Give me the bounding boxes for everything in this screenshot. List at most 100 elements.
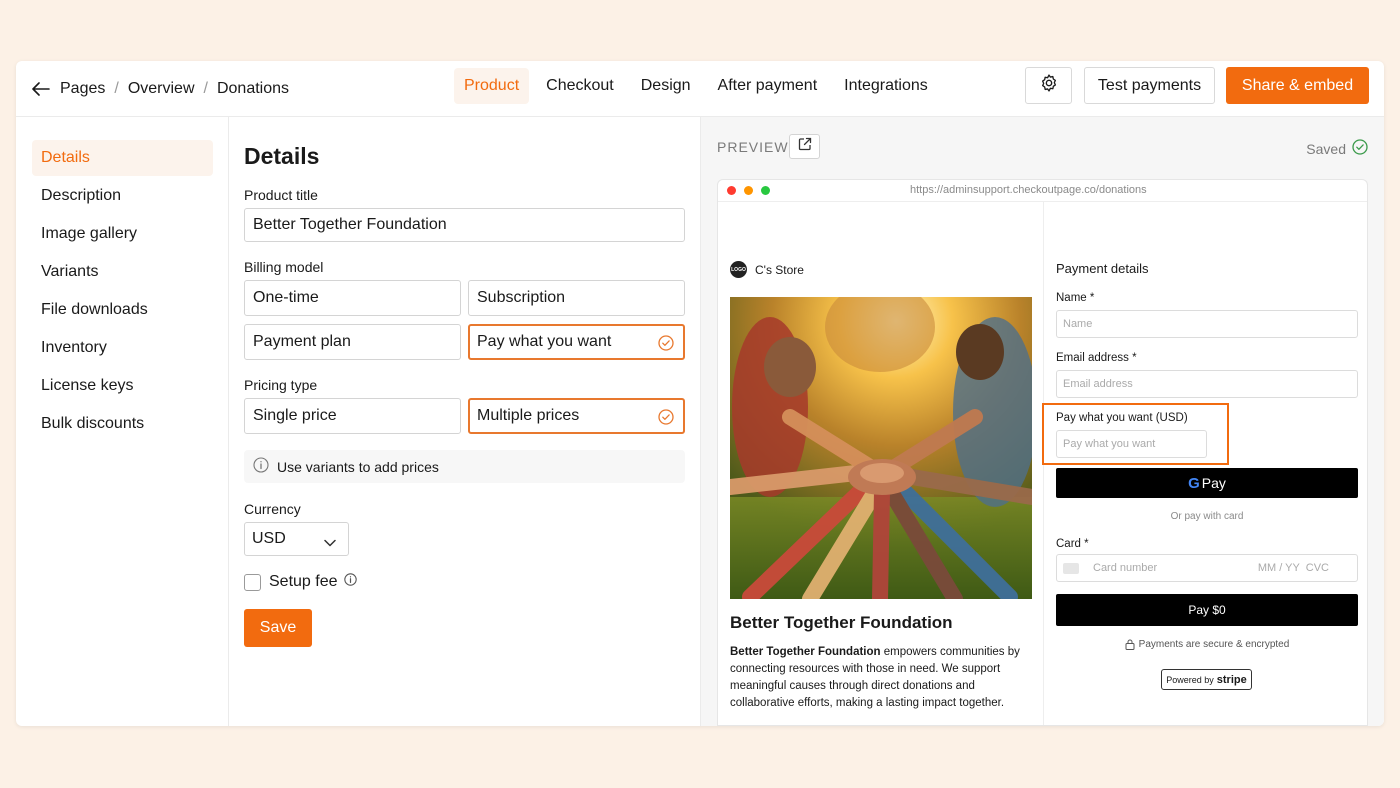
description-bold: Better Together Foundation (730, 646, 881, 658)
powered-by-stripe-badge: Powered by stripe (1161, 669, 1252, 690)
open-preview-button[interactable] (789, 134, 820, 159)
setup-fee-label: Setup fee (269, 573, 338, 590)
sidebar-item-image-gallery[interactable]: Image gallery (32, 216, 213, 252)
info-text: Use variants to add prices (277, 458, 439, 475)
setup-fee-checkbox[interactable] (244, 574, 261, 591)
product-title-input[interactable]: Better Together Foundation (244, 208, 685, 242)
breadcrumb-pages[interactable]: Pages (60, 80, 105, 98)
chevron-down-icon (324, 534, 336, 552)
app-window: Pages / Overview / Donations Product Che… (16, 61, 1384, 726)
share-embed-button[interactable]: Share & embed (1226, 67, 1369, 104)
tab-integrations[interactable]: Integrations (834, 68, 938, 104)
product-description: Better Together Foundation empowers comm… (730, 644, 1036, 712)
breadcrumb-overview[interactable]: Overview (128, 80, 195, 98)
saved-status: Saved (1306, 139, 1368, 158)
billing-option-pay-what-you-want[interactable]: Pay what you want (468, 324, 685, 360)
close-dot-icon (727, 186, 736, 195)
product-title: Better Together Foundation (730, 613, 953, 632)
currency-value: USD (252, 530, 286, 547)
product-image (730, 297, 1032, 599)
currency-select[interactable]: USD (244, 522, 349, 556)
name-input[interactable]: Name (1056, 310, 1358, 338)
pricing-option-multiple[interactable]: Multiple prices (468, 398, 685, 434)
billing-option-one-time[interactable]: One-time (244, 280, 461, 316)
pwyw-label: Pay what you want (USD) (1056, 412, 1188, 424)
gear-icon (1039, 73, 1059, 98)
credit-card-icon (1063, 563, 1079, 574)
product-column: LOGO C's Store Better Together Foundatio… (718, 202, 1043, 725)
breadcrumb-separator: / (114, 80, 119, 97)
browser-mockup: https://adminsupport.checkoutpage.co/don… (717, 179, 1368, 726)
pricing-option-single[interactable]: Single price (244, 398, 461, 434)
browser-url: https://adminsupport.checkoutpage.co/don… (910, 184, 1147, 196)
name-label: Name * (1056, 292, 1095, 304)
browser-bar: https://adminsupport.checkoutpage.co/don… (718, 180, 1367, 202)
email-input[interactable]: Email address (1056, 370, 1358, 398)
sidebar-item-bulk-discounts[interactable]: Bulk discounts (32, 406, 213, 442)
pay-button[interactable]: Pay $0 (1056, 594, 1358, 626)
sidebar-item-file-downloads[interactable]: File downloads (32, 292, 213, 328)
back-arrow-icon[interactable] (32, 79, 52, 99)
billing-option-subscription[interactable]: Subscription (468, 280, 685, 316)
save-button[interactable]: Save (244, 609, 312, 647)
or-divider: Or pay with card (1170, 511, 1244, 522)
secure-note: Payments are secure & encrypted (1056, 639, 1358, 650)
stripe-logo: stripe (1216, 673, 1247, 686)
payment-details-heading: Payment details (1056, 261, 1149, 276)
settings-button[interactable] (1025, 67, 1072, 104)
store-logo: LOGO (730, 261, 747, 278)
maximize-dot-icon (761, 186, 770, 195)
preview-panel: PREVIEW Saved https://adminsupport.check… (701, 117, 1384, 726)
powered-by-text: Powered by (1166, 674, 1214, 685)
billing-option-payment-plan[interactable]: Payment plan (244, 324, 461, 360)
secure-text: Payments are secure & encrypted (1138, 639, 1290, 650)
top-header: Pages / Overview / Donations Product Che… (16, 61, 1384, 117)
email-label-text: Email address (1056, 352, 1129, 364)
external-link-icon (798, 137, 812, 156)
pricing-option-label: Multiple prices (477, 407, 580, 424)
main-tabs: Product Checkout Design After payment In… (454, 67, 945, 105)
currency-label: Currency (244, 501, 301, 517)
sidebar-item-license-keys[interactable]: License keys (32, 368, 213, 404)
pwyw-input[interactable]: Pay what you want (1056, 430, 1207, 458)
payment-column: Payment details Name * Name Email addres… (1042, 202, 1367, 725)
google-pay-button[interactable]: G Pay (1056, 468, 1358, 498)
tab-after-payment[interactable]: After payment (708, 68, 828, 104)
check-circle-icon (1352, 139, 1368, 158)
tab-product[interactable]: Product (454, 68, 530, 104)
test-payments-button[interactable]: Test payments (1084, 67, 1215, 104)
breadcrumb: Pages / Overview / Donations (32, 75, 289, 103)
info-icon[interactable] (343, 573, 357, 591)
google-g-icon: G (1188, 474, 1200, 492)
page-title: Details (244, 143, 320, 169)
tab-checkout[interactable]: Checkout (536, 68, 624, 104)
email-label: Email address * (1056, 352, 1137, 364)
card-input[interactable]: Card number MM / YY CVC (1056, 554, 1358, 582)
breadcrumb-donations: Donations (216, 80, 290, 97)
breadcrumb-separator: / (203, 80, 208, 97)
check-circle-icon (658, 409, 674, 430)
sidebar-item-variants[interactable]: Variants (32, 254, 213, 290)
sidebar-item-inventory[interactable]: Inventory (32, 330, 213, 366)
card-label: Card * (1056, 538, 1089, 550)
billing-option-label: Pay what you want (477, 333, 612, 350)
card-label-text: Card (1056, 538, 1081, 550)
info-icon (253, 457, 269, 476)
store-name: C's Store (755, 262, 804, 277)
sidebar-item-description[interactable]: Description (32, 178, 213, 214)
card-expiry-placeholder: MM / YY CVC (1257, 562, 1329, 574)
variants-info-box: Use variants to add prices (244, 450, 685, 483)
name-label-text: Name (1056, 292, 1087, 304)
lock-icon (1125, 639, 1135, 650)
google-pay-label: Pay (1201, 475, 1226, 491)
billing-model-label: Billing model (244, 259, 324, 275)
pricing-type-label: Pricing type (244, 377, 318, 393)
card-number-placeholder: Card number (1093, 562, 1158, 574)
store-header: LOGO C's Store (730, 261, 804, 278)
check-circle-icon (658, 335, 674, 356)
sidebar-item-details[interactable]: Details (32, 140, 213, 176)
tab-design[interactable]: Design (631, 68, 701, 104)
setup-fee-label-row: Setup fee (269, 573, 357, 591)
minimize-dot-icon (744, 186, 753, 195)
product-title-label: Product title (244, 187, 318, 203)
